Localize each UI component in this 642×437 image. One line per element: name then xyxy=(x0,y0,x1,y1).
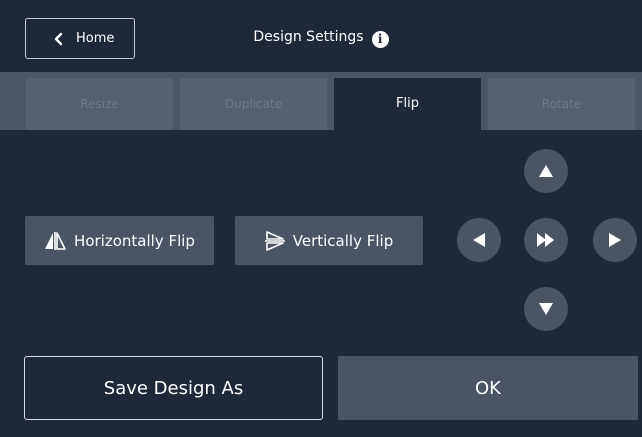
triangle-right-icon xyxy=(609,233,621,247)
move-down-button[interactable] xyxy=(524,287,568,331)
info-icon[interactable]: i xyxy=(371,31,389,48)
move-left-button[interactable] xyxy=(457,218,501,262)
horizontally-flip-label: Horizontally Flip xyxy=(74,231,195,250)
page-title: Design Settings i xyxy=(0,29,642,48)
tab-bar: Resize Duplicate Flip Rotate xyxy=(0,72,642,130)
save-design-as-label: Save Design As xyxy=(103,377,244,399)
ok-button[interactable]: OK xyxy=(338,356,638,420)
triangle-down-icon xyxy=(539,303,553,315)
vertically-flip-label: Vertically Flip xyxy=(292,231,394,250)
tab-duplicate[interactable]: Duplicate xyxy=(180,78,327,130)
center-button[interactable] xyxy=(524,218,568,262)
fast-forward-icon xyxy=(537,233,554,247)
tab-flip[interactable]: Flip xyxy=(334,78,481,130)
triangle-up-icon xyxy=(539,165,553,177)
vertically-flip-button[interactable]: Vertically Flip xyxy=(235,216,423,265)
tab-resize[interactable]: Resize xyxy=(26,78,173,130)
horizontally-flip-button[interactable]: Horizontally Flip xyxy=(25,216,214,265)
triangle-left-icon xyxy=(473,233,485,247)
header-bar: Home Design Settings i xyxy=(0,0,642,72)
move-right-button[interactable] xyxy=(593,218,637,262)
flip-horizontal-icon xyxy=(45,231,66,250)
page-title-text: Design Settings xyxy=(253,29,364,45)
ok-label: OK xyxy=(475,377,501,399)
tab-rotate[interactable]: Rotate xyxy=(488,78,635,130)
save-design-as-button[interactable]: Save Design As xyxy=(24,356,323,420)
flip-vertical-icon xyxy=(264,230,285,251)
move-up-button[interactable] xyxy=(524,149,568,193)
